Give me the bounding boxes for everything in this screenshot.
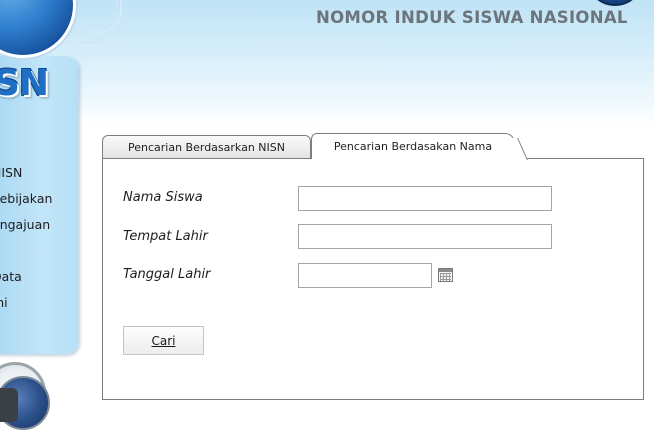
tempat-lahir-label: Tempat Lahir (123, 229, 208, 244)
calendar-header-bar (439, 269, 452, 272)
tanggal-lahir-label: Tanggal Lahir (123, 267, 211, 282)
sidebar-item-data[interactable]: Data (0, 265, 78, 291)
sidebar-item-kebijakan[interactable]: Kebijakan (0, 187, 78, 213)
sidebar-item-a[interactable]: a (0, 239, 78, 265)
active-tab-joiner (312, 157, 521, 159)
tanggal-lahir-input[interactable] (298, 263, 432, 288)
sidebar-item-kami[interactable]: mi (0, 291, 78, 317)
tab-search-by-nisn[interactable]: Pencarian Berdasarkan NISN (102, 135, 311, 159)
nama-siswa-input[interactable] (298, 186, 552, 211)
search-tabs: Pencarian Berdasarkan NISN Pencarian Ber… (102, 133, 522, 159)
nama-siswa-label: Nama Siswa (123, 190, 203, 205)
sidebar-item-nisn[interactable]: NISN (0, 161, 78, 187)
tab-search-by-name[interactable]: Pencarian Berdasakan Nama (311, 133, 515, 159)
sidebar-menu: NISN Kebijakan engajuan a Data mi (0, 161, 78, 317)
sidebar-item-pengajuan[interactable]: engajuan (0, 213, 78, 239)
tempat-lahir-input[interactable] (298, 224, 552, 249)
logo-text: SN (0, 63, 49, 104)
lock-decoration-icon (0, 388, 18, 422)
site-title: NOMOR INDUK SISWA NASIONAL (316, 8, 628, 27)
calendar-grid (440, 273, 451, 281)
search-button[interactable]: Cari (123, 326, 204, 355)
calendar-icon[interactable] (438, 268, 453, 282)
